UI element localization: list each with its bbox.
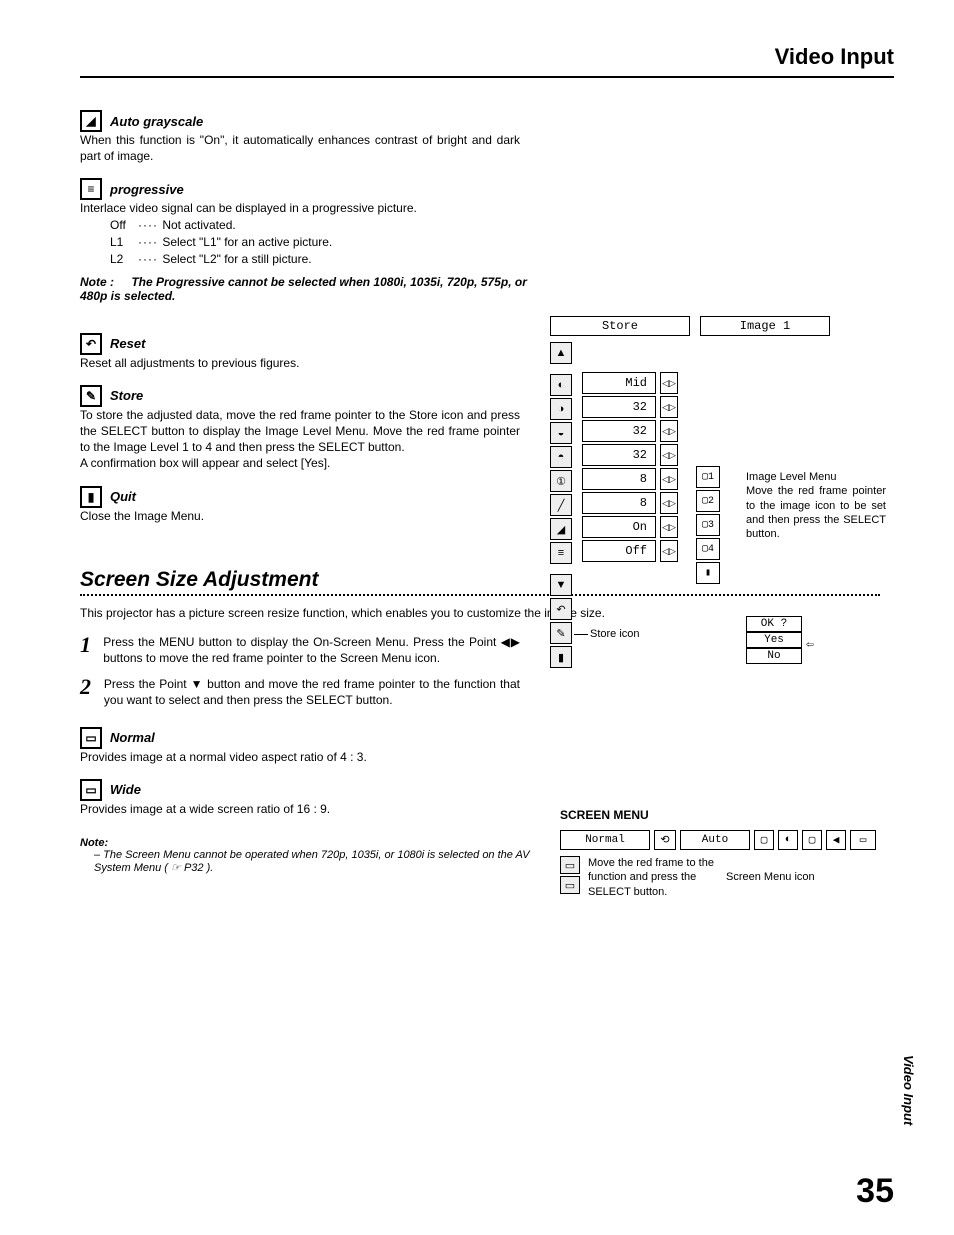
header-rule xyxy=(80,76,894,78)
adjust-arrows-icon[interactable]: ◁▷ xyxy=(660,516,678,538)
step-text: Press the MENU button to display the On-… xyxy=(103,634,520,666)
param-icon[interactable]: ◒ xyxy=(550,422,572,444)
side-tab: Video Input xyxy=(901,1055,916,1125)
param-value[interactable]: Mid xyxy=(582,372,656,394)
osd-param-list: Mid◁▷ 32◁▷ 32◁▷ 32◁▷ 8◁▷ 8◁▷ On◁▷ Off◁▷ xyxy=(582,342,678,668)
confirm-box: OK ? Yes No ⇦ xyxy=(746,616,802,664)
feature-desc: To store the adjusted data, move the red… xyxy=(80,407,520,456)
scroll-down-icon[interactable]: ▼ xyxy=(550,574,572,596)
scroll-up-icon[interactable]: ▲ xyxy=(550,342,572,364)
adjust-arrows-icon[interactable]: ◁▷ xyxy=(660,540,678,562)
image-level-quit[interactable]: ▮ xyxy=(696,562,720,584)
adjust-arrows-icon[interactable]: ◁▷ xyxy=(660,468,678,490)
confirm-yes[interactable]: Yes xyxy=(746,632,802,648)
image-level-buttons: ▢1 ▢2 ▢3 ▢4 ▮ xyxy=(696,466,720,668)
osd-image-label[interactable]: Image 1 xyxy=(700,316,830,336)
step-number: 2 xyxy=(80,676,92,708)
store-icon-callout: Store icon xyxy=(590,628,640,640)
image-level-1[interactable]: ▢1 xyxy=(696,466,720,488)
param-icon[interactable]: ≡ xyxy=(550,542,572,564)
progressive-note: Note : The Progressive cannot be selecte… xyxy=(80,275,540,303)
feature-title: Normal xyxy=(110,730,155,745)
param-icon[interactable]: ◢ xyxy=(550,518,572,540)
store-icon[interactable]: ✎ xyxy=(550,622,572,644)
feature-desc: Provides image at a wide screen ratio of… xyxy=(80,801,520,817)
screen-wide-icon[interactable]: ▭ xyxy=(560,876,580,894)
param-value[interactable]: Off xyxy=(582,540,656,562)
pointer-arrow-icon: ⇦ xyxy=(806,637,814,652)
step-1: 1 Press the MENU button to display the O… xyxy=(80,634,520,666)
quit-icon: ▮ xyxy=(80,486,102,508)
adjust-arrows-icon[interactable]: ◁▷ xyxy=(660,420,678,442)
screen-bar-icon[interactable]: ⟲ xyxy=(654,830,676,850)
feature-title: progressive xyxy=(110,182,184,197)
step-number: 1 xyxy=(80,634,91,666)
param-value[interactable]: 32 xyxy=(582,396,656,418)
feature-auto-grayscale: ◢ Auto grayscale When this function is "… xyxy=(80,110,894,164)
feature-progressive: ≡ progressive Interlace video signal can… xyxy=(80,178,894,302)
screen-bar-icon[interactable]: ▭ xyxy=(850,830,876,850)
adjust-arrows-icon[interactable]: ◁▷ xyxy=(660,396,678,418)
param-value[interactable]: 8 xyxy=(582,492,656,514)
image-level-2[interactable]: ▢2 xyxy=(696,490,720,512)
feature-title: Quit xyxy=(110,489,136,504)
page-header-title: Video Input xyxy=(775,44,894,70)
param-icon[interactable]: ◓ xyxy=(550,446,572,468)
adjust-arrows-icon[interactable]: ◁▷ xyxy=(660,492,678,514)
screen-menu-icon-label: Screen Menu icon xyxy=(726,871,815,883)
auto-grayscale-icon: ◢ xyxy=(80,110,102,132)
param-value[interactable]: 32 xyxy=(582,444,656,466)
screen-bar-icon[interactable]: ▢ xyxy=(802,830,822,850)
step-text: Press the Point ▼ button and move the re… xyxy=(104,676,520,708)
feature-desc: Reset all adjustments to previous figure… xyxy=(80,355,520,371)
feature-desc: When this function is "On", it automatic… xyxy=(80,132,520,164)
wide-icon: ▭ xyxy=(80,779,102,801)
normal-icon: ▭ xyxy=(80,727,102,749)
feature-title: Store xyxy=(110,388,143,403)
osd-store-label[interactable]: Store xyxy=(550,316,690,336)
param-icon[interactable]: ◐ xyxy=(550,374,572,396)
screen-bar-icon[interactable]: ◀ xyxy=(826,830,846,850)
store-icon: ✎ xyxy=(80,385,102,407)
param-value[interactable]: On xyxy=(582,516,656,538)
screen-auto-label[interactable]: Auto xyxy=(680,830,750,850)
feature-desc-2: A confirmation box will appear and selec… xyxy=(80,455,520,471)
screen-normal-label[interactable]: Normal xyxy=(560,830,650,850)
osd-left-icons: ▲ ◐ ◑ ◒ ◓ ① ╱ ◢ ≡ ▼ ↶ ✎ ▮ xyxy=(550,342,572,668)
feature-desc: Provides image at a normal video aspect … xyxy=(80,749,520,765)
osd-screen-menu: SCREEN MENU Normal ⟲ Auto ▢ ◐ ▢ ◀ ▭ ▭ ▭ … xyxy=(560,808,890,899)
screen-menu-title: SCREEN MENU xyxy=(560,808,890,822)
feature-title: Auto grayscale xyxy=(110,114,203,129)
feature-desc: Close the Image Menu. xyxy=(80,508,520,524)
screen-normal-icon[interactable]: ▭ xyxy=(560,856,580,874)
feature-normal: ▭ Normal Provides image at a normal vide… xyxy=(80,727,894,765)
quit-icon[interactable]: ▮ xyxy=(550,646,572,668)
screen-bar-icon[interactable]: ◐ xyxy=(778,830,798,850)
screen-note: Note: – The Screen Menu cannot be operat… xyxy=(80,837,540,874)
feature-title: Wide xyxy=(110,782,141,797)
reset-icon: ↶ xyxy=(80,333,102,355)
adjust-arrows-icon[interactable]: ◁▷ xyxy=(660,444,678,466)
confirm-no[interactable]: No xyxy=(746,648,802,664)
feature-title: Reset xyxy=(110,336,145,351)
page-number: 35 xyxy=(856,1172,894,1211)
param-icon[interactable]: ① xyxy=(550,470,572,492)
feature-desc: Interlace video signal can be displayed … xyxy=(80,200,520,216)
image-level-desc: Image Level Menu Move the red frame poin… xyxy=(746,470,886,541)
osd-image-adjust: Store Image 1 ▲ ◐ ◑ ◒ ◓ ① ╱ ◢ ≡ ▼ ↶ ✎ ▮ xyxy=(550,316,890,668)
option-list: Off···· Not activated. L1···· Select "L1… xyxy=(110,217,894,269)
param-value[interactable]: 32 xyxy=(582,420,656,442)
image-level-3[interactable]: ▢3 xyxy=(696,514,720,536)
param-icon[interactable]: ╱ xyxy=(550,494,572,516)
progressive-icon: ≡ xyxy=(80,178,102,200)
image-level-4[interactable]: ▢4 xyxy=(696,538,720,560)
screen-menu-desc: Move the red frame to the function and p… xyxy=(588,856,718,899)
confirm-question: OK ? xyxy=(746,616,802,632)
param-value[interactable]: 8 xyxy=(582,468,656,490)
step-2: 2 Press the Point ▼ button and move the … xyxy=(80,676,520,708)
adjust-arrows-icon[interactable]: ◁▷ xyxy=(660,372,678,394)
param-icon[interactable]: ◑ xyxy=(550,398,572,420)
reset-icon[interactable]: ↶ xyxy=(550,598,572,620)
screen-bar-icon[interactable]: ▢ xyxy=(754,830,774,850)
